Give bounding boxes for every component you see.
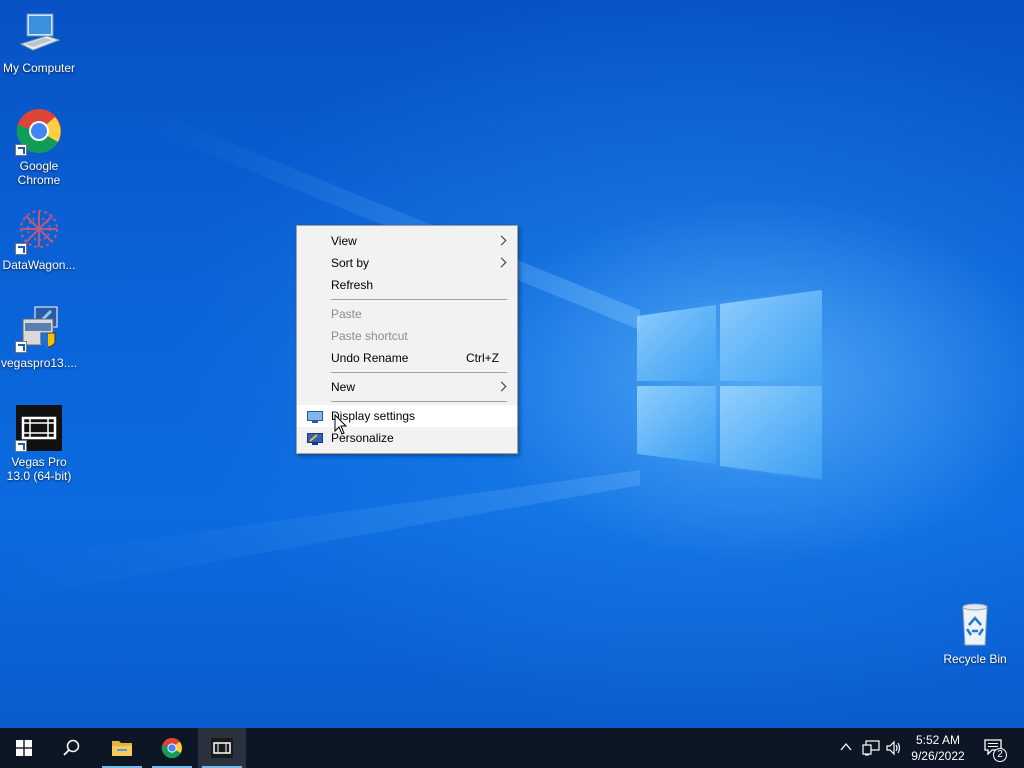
taskbar-file-explorer[interactable] — [98, 728, 146, 768]
search-icon — [63, 739, 80, 756]
menu-item-label: Undo Rename — [331, 351, 409, 365]
mouse-cursor-icon — [334, 414, 348, 435]
menu-item-paste: Paste — [297, 303, 517, 325]
notification-center-button[interactable]: 2 — [976, 728, 1024, 768]
desktop-icon-recycle-bin[interactable]: Recycle Bin — [937, 601, 1013, 666]
shortcut-arrow-icon — [15, 440, 27, 452]
vegas-film-icon — [211, 738, 233, 758]
menu-item-personalize[interactable]: Personalize — [297, 427, 517, 449]
search-button[interactable] — [48, 728, 96, 768]
menu-separator — [331, 372, 507, 373]
chevron-right-icon — [496, 381, 507, 392]
installer-icon — [15, 305, 63, 353]
desktop-icon-vegas-pro[interactable]: Vegas Pro 13.0 (64-bit) — [1, 404, 77, 483]
menu-separator — [331, 401, 507, 402]
personalize-icon — [307, 431, 323, 445]
vegas-film-icon — [15, 404, 63, 452]
menu-item-undo-rename[interactable]: Undo Rename Ctrl+Z — [297, 347, 517, 369]
datawagon-icon — [15, 207, 63, 255]
menu-item-refresh[interactable]: Refresh — [297, 274, 517, 296]
windows-start-icon — [16, 740, 32, 756]
menu-item-paste-shortcut: Paste shortcut — [297, 325, 517, 347]
desktop-icon-label: vegaspro13.... — [1, 356, 78, 370]
chrome-icon — [161, 737, 183, 759]
chrome-icon — [15, 108, 63, 156]
desktop-icon-label: Vegas Pro 13.0 (64-bit) — [6, 455, 72, 483]
chevron-up-icon[interactable] — [840, 742, 852, 752]
taskbar: 5:52 AM 9/26/2022 2 — [0, 728, 1024, 768]
menu-item-label: Sort by — [331, 256, 370, 270]
clock[interactable]: 5:52 AM 9/26/2022 — [906, 731, 970, 765]
desktop-icon-google-chrome[interactable]: Google Chrome — [1, 108, 77, 187]
menu-separator — [331, 299, 507, 300]
desktop-icon-label: My Computer — [2, 61, 76, 75]
menu-item-view[interactable]: View — [297, 230, 517, 252]
menu-item-label: Paste shortcut — [331, 329, 408, 343]
taskbar-google-chrome[interactable] — [148, 728, 196, 768]
shortcut-arrow-icon — [15, 341, 27, 353]
menu-item-label: New — [331, 380, 356, 394]
desktop-icon-label: Google Chrome — [17, 159, 61, 187]
start-button[interactable] — [0, 728, 48, 768]
volume-icon[interactable] — [886, 740, 902, 756]
chevron-right-icon — [496, 235, 507, 246]
display-icon — [307, 409, 323, 423]
desktop-icon-label: Recycle Bin — [943, 652, 1007, 666]
desktop[interactable]: My Computer Google Chrome DataWagon... v… — [0, 0, 1024, 728]
menu-item-sort-by[interactable]: Sort by — [297, 252, 517, 274]
network-icon[interactable] — [862, 740, 880, 756]
notification-badge: 2 — [993, 748, 1007, 762]
menu-item-shortcut: Ctrl+Z — [466, 351, 499, 365]
shortcut-arrow-icon — [15, 243, 27, 255]
shortcut-arrow-icon — [15, 144, 27, 156]
recycle-bin-icon — [951, 601, 999, 649]
menu-item-new[interactable]: New — [297, 376, 517, 398]
menu-item-label: Paste — [331, 307, 362, 321]
folder-icon — [112, 741, 132, 756]
desktop-context-menu: View Sort by Refresh Paste Paste shortcu… — [296, 225, 518, 454]
clock-time: 5:52 AM — [915, 733, 961, 747]
desktop-icon-my-computer[interactable]: My Computer — [1, 10, 77, 75]
taskbar-vegas-pro[interactable] — [198, 728, 246, 768]
clock-date: 9/26/2022 — [911, 749, 965, 763]
menu-item-display-settings[interactable]: Display settings — [297, 405, 517, 427]
menu-item-label: View — [331, 234, 357, 248]
computer-icon — [15, 10, 63, 58]
desktop-icon-label: DataWagon... — [2, 258, 76, 272]
desktop-icon-vegaspro-installer[interactable]: vegaspro13.... — [1, 305, 77, 370]
chevron-right-icon — [496, 257, 507, 268]
menu-item-label: Refresh — [331, 278, 374, 292]
desktop-icon-datawagon[interactable]: DataWagon... — [1, 207, 77, 272]
